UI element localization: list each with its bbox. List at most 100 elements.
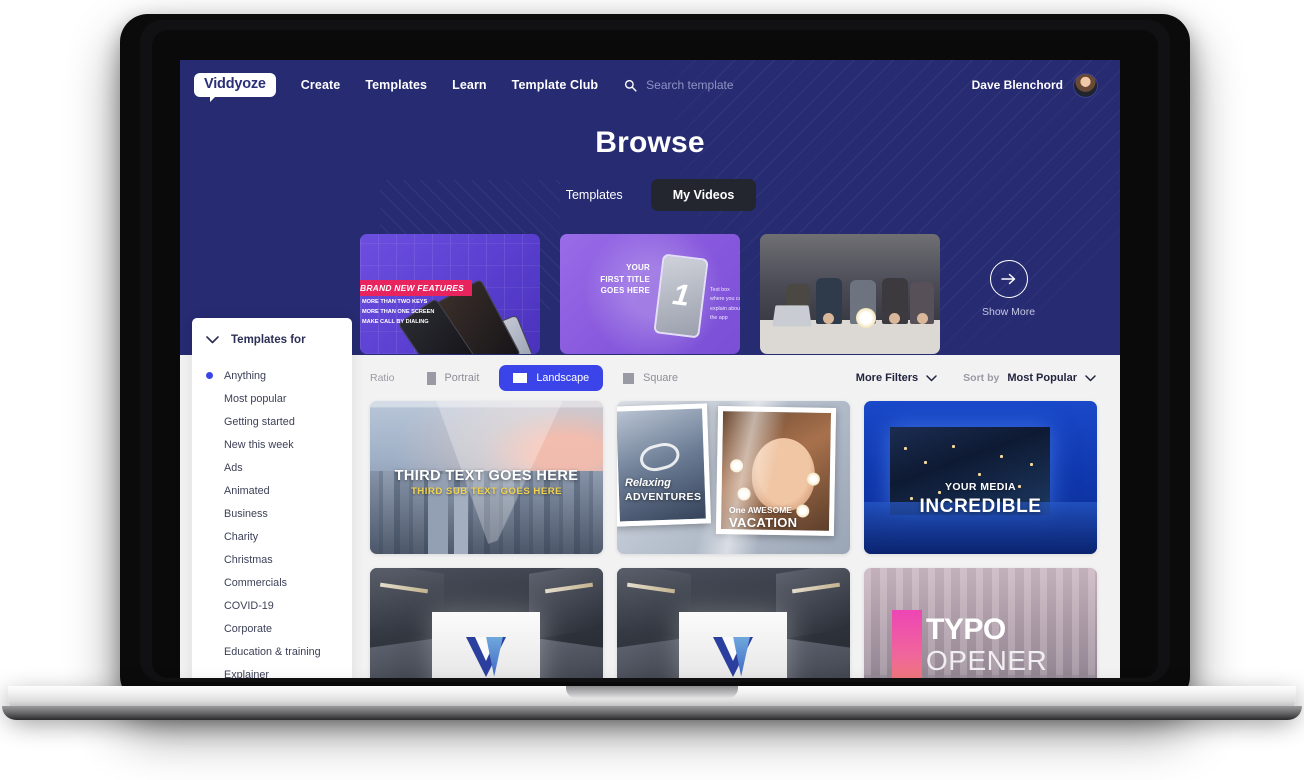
search-input[interactable]: Search template [646,78,733,92]
card-badge: BRAND NEW FEATURES [360,280,473,296]
chevron-down-icon [926,374,937,381]
sidebar-item-ads[interactable]: Ads [192,456,352,479]
app-header: Viddyoze Create Templates Learn Template… [180,60,1120,355]
card-number: 1 [670,278,692,313]
sidebar-item-christmas[interactable]: Christmas [192,548,352,571]
sidebar-item-label: New this week [224,438,294,451]
bullet-icon [206,579,213,586]
template-subheading: INCREDIBLE [919,495,1042,517]
logo-board: YOUR LOGO [432,612,540,678]
sidebar-item-corporate[interactable]: Corporate [192,617,352,640]
template-subheading: ADVENTURES [625,491,702,503]
template-card-relaxing-adventures[interactable]: Relaxing ADVENTURES One AWESOME VACATION [617,401,850,554]
nav-link-templates[interactable]: Templates [365,78,427,92]
carousel-card-app-promo[interactable]: YOUR FIRST TITLE GOES HERE 1 Text box wh… [560,234,740,354]
ratio-button-label: Landscape [536,372,590,384]
lamp-glow [856,308,876,328]
bullet-icon [206,602,213,609]
template-grid: THIRD TEXT GOES HERE THIRD SUB TEXT GOES… [370,401,1120,678]
sidebar-item-business[interactable]: Business [192,502,352,525]
bullet-icon [206,671,213,678]
template-heading: YOUR MEDIA [944,480,1017,493]
bullet-icon [206,510,213,517]
bullet-icon [206,556,213,563]
show-more-button[interactable]: Show More [982,260,1035,318]
phone-mock-number: 1 [653,253,709,339]
sidebar-item-label: Most popular [224,392,287,405]
sidebar-item-getting-started[interactable]: Getting started [192,410,352,433]
sidebar-item-label: Animated [224,484,270,497]
nav-link-learn[interactable]: Learn [452,78,487,92]
sidebar-item-commercials[interactable]: Commercials [192,571,352,594]
bullet-icon [206,487,213,494]
ratio-label: Ratio [370,372,395,384]
sidebar-heading[interactable]: Templates for [192,318,352,360]
nav-link-create[interactable]: Create [301,78,341,92]
template-card-typo-opener[interactable]: TYPO OPENER [864,568,1097,678]
sidebar-item-explainer[interactable]: Explainer [192,663,352,679]
template-card-incredible-media[interactable]: YOUR MEDIA INCREDIBLE [864,401,1097,554]
panel-top-right [529,568,603,640]
brand-logo[interactable]: Viddyoze [194,73,276,102]
panel-bottom-left [617,638,683,678]
page-title: Browse [595,126,705,159]
sidebar-item-label: Corporate [224,622,273,635]
ratio-button-label: Square [643,372,678,384]
sidebar-list: Anything Most popular Getting started Ne… [192,360,352,678]
template-heading: TYPO [926,613,1006,646]
sidebar-item-charity[interactable]: Charity [192,525,352,548]
sidebar-item-label: Explainer [224,668,270,679]
landscape-icon [513,373,528,383]
sidebar-item-covid-19[interactable]: COVID-19 [192,594,352,617]
chevron-down-icon [1085,374,1096,381]
person-4 [882,278,908,324]
sidebar-item-label: Christmas [224,553,273,566]
bullet-icon [206,464,213,471]
template-card-your-logo-machine-a[interactable]: YOUR LOGO [370,568,603,678]
template-subheading: THIRD SUB TEXT GOES HERE [410,486,563,498]
sidebar-item-animated[interactable]: Animated [192,479,352,502]
template-card-your-logo-machine-b[interactable]: YOUR LOGO [617,568,850,678]
bullet-icon [206,441,213,448]
sidebar-item-new-this-week[interactable]: New this week [192,433,352,456]
bullet-icon [206,533,213,540]
selected-dot-icon [206,372,213,379]
square-icon [623,372,635,384]
ratio-button-portrait[interactable]: Portrait [413,365,494,392]
sunglasses-icon [637,439,683,475]
ratio-button-landscape[interactable]: Landscape [499,365,604,391]
user-menu[interactable]: Dave Blenchord [972,72,1098,98]
flower-icon [796,504,810,518]
nav-link-template-club[interactable]: Template Club [512,78,599,92]
bullet-icon [206,395,213,402]
sidebar-item-most-popular[interactable]: Most popular [192,387,352,410]
sidebar-item-label: Education & training [224,645,321,658]
search-box[interactable]: Search template [624,78,734,92]
sort-by-label: Sort by [963,372,1000,384]
chevron-down-icon [206,336,219,344]
ratio-button-square[interactable]: Square [609,365,692,391]
panel-bottom-right [537,638,603,678]
sort-by-dropdown[interactable]: Sort by Most Popular [963,372,1096,384]
sidebar-item-anything[interactable]: Anything [192,364,352,387]
tab-templates[interactable]: Templates [544,179,645,211]
tab-my-videos[interactable]: My Videos [650,179,757,211]
panel-bottom-right [784,638,850,678]
sidebar-item-label: Ads [224,461,243,474]
template-card-third-text-city[interactable]: THIRD TEXT GOES HERE THIRD SUB TEXT GOES… [370,401,603,554]
templates-sidebar: Templates for Anything Most popular Gett… [192,318,352,678]
v-logo-icon [713,636,753,677]
flower-icon [806,472,820,486]
card-title: YOUR FIRST TITLE GOES HERE [600,263,650,296]
card-bullets: MORE THAN TWO KEYS MORE THAN ONE SCREEN … [362,299,435,325]
search-icon [625,79,637,92]
more-filters-dropdown[interactable]: More Filters [856,372,937,384]
avatar[interactable] [1073,72,1098,98]
person-2 [816,278,842,324]
sidebar-item-education-training[interactable]: Education & training [192,640,352,663]
carousel-card-team-meeting[interactable] [760,234,940,354]
navbar: Viddyoze Create Templates Learn Template… [180,60,1120,110]
carousel-card-brand-new-features[interactable]: BRAND NEW FEATURES MORE THAN TWO KEYS MO… [360,234,540,354]
template-heading: Relaxing [625,477,671,489]
nav-links: Create Templates Learn Template Club [301,78,598,92]
